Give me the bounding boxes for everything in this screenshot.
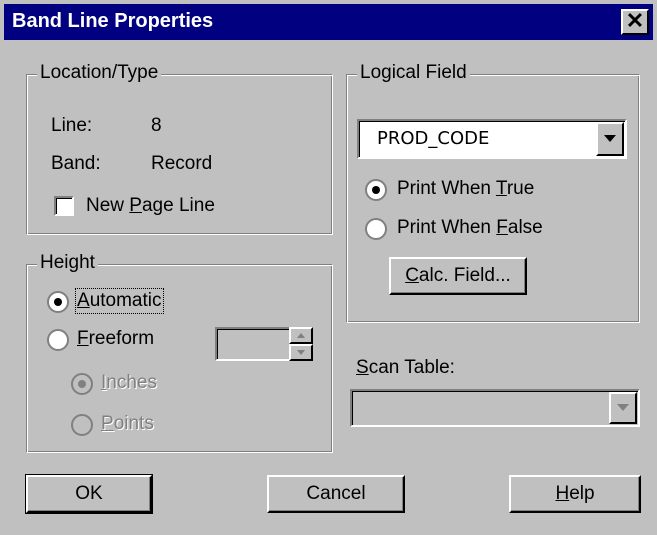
close-icon: ✕: [625, 8, 645, 33]
cancel-button[interactable]: Cancel: [267, 475, 405, 513]
location-type-group: Location/Type Line: 8 Band: Record New P…: [26, 62, 333, 235]
band-label: Band:: [51, 153, 101, 174]
spin-up-button[interactable]: [289, 327, 313, 344]
print-when-false-radio[interactable]: [365, 218, 387, 240]
inches-radio[interactable]: [71, 373, 93, 395]
line-label: Line:: [51, 115, 93, 136]
points-radio[interactable]: [71, 414, 93, 436]
spin-down-button[interactable]: [289, 344, 313, 361]
calc-field-button[interactable]: Calc. Field...: [389, 257, 527, 295]
line-value: 8: [151, 115, 162, 136]
scan-table-select[interactable]: [350, 389, 640, 427]
points-label[interactable]: Points: [101, 413, 154, 435]
inches-label[interactable]: Inches: [101, 372, 157, 394]
logical-field-value: PROD_CODE: [377, 128, 490, 149]
chevron-down-icon: [604, 135, 616, 142]
logical-field-dropdown-button[interactable]: [596, 122, 624, 156]
help-button[interactable]: Help: [509, 475, 641, 513]
dialog-window: Band Line Properties ✕ Location/Type Lin…: [0, 0, 657, 535]
spin-up-icon: [297, 333, 305, 338]
location-type-legend: Location/Type: [37, 62, 162, 84]
dialog-title: Band Line Properties: [12, 10, 214, 32]
logical-field-group: Logical Field PROD_CODE Print When True …: [346, 62, 640, 323]
freeform-spinner[interactable]: [289, 327, 313, 361]
automatic-label[interactable]: Automatic: [75, 288, 164, 314]
logical-field-legend: Logical Field: [357, 62, 470, 84]
print-when-false-label[interactable]: Print When False: [397, 217, 543, 239]
new-page-line-label[interactable]: New Page Line: [86, 195, 215, 217]
new-page-line-checkbox[interactable]: [54, 196, 74, 216]
spin-down-icon: [297, 350, 305, 355]
freeform-radio[interactable]: [47, 329, 69, 351]
print-when-true-radio[interactable]: [365, 179, 387, 201]
freeform-label[interactable]: Freeform: [77, 328, 154, 350]
chevron-down-icon: [617, 404, 629, 411]
scan-table-label: Scan Table:: [356, 357, 455, 378]
height-group: Height Automatic Freeform Inches Points: [26, 252, 333, 453]
print-when-true-label[interactable]: Print When True: [397, 178, 534, 200]
band-value: Record: [151, 153, 213, 174]
height-legend: Height: [37, 252, 98, 274]
title-bar: Band Line Properties ✕: [4, 4, 653, 40]
scan-table-dropdown-button[interactable]: [609, 392, 637, 424]
close-button[interactable]: ✕: [621, 9, 649, 35]
logical-field-select[interactable]: PROD_CODE: [357, 119, 627, 159]
automatic-radio[interactable]: [47, 291, 69, 313]
freeform-value-input[interactable]: [215, 327, 291, 361]
ok-button[interactable]: OK: [25, 474, 153, 514]
